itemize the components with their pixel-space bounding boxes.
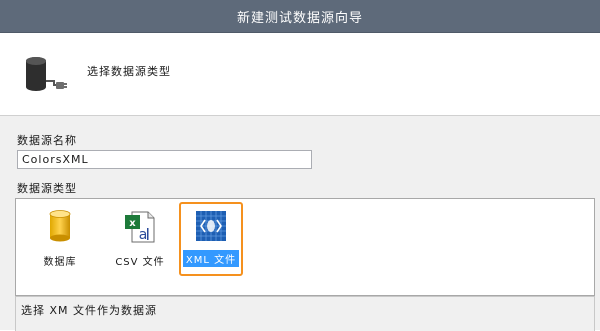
type-xml-file[interactable]: XML 文件 bbox=[179, 202, 243, 276]
type-label: XML 文件 bbox=[182, 250, 240, 267]
database-connection-icon bbox=[26, 57, 67, 91]
header-title: 选择数据源类型 bbox=[87, 65, 171, 78]
xml-file-icon bbox=[196, 211, 226, 241]
datasource-name-input[interactable] bbox=[17, 150, 312, 169]
window-title: 新建测试数据源向导 bbox=[236, 10, 363, 26]
svg-text:a: a bbox=[139, 227, 148, 243]
window-titlebar: 新建测试数据源向导 bbox=[0, 0, 600, 33]
description-text: 选择 XM 文件作为数据源 bbox=[21, 304, 158, 317]
type-label: CSV 文件 bbox=[115, 257, 165, 268]
datasource-type-label: 数据源类型 bbox=[17, 182, 77, 195]
type-label: 数据库 bbox=[43, 257, 77, 268]
datasource-type-list: 数据库 x a CSV 文件 XML 文件 bbox=[15, 198, 595, 296]
type-database[interactable]: 数据库 bbox=[34, 204, 86, 274]
csv-file-icon: x a bbox=[125, 211, 155, 243]
type-csv-file[interactable]: x a CSV 文件 bbox=[110, 204, 170, 274]
datasource-name-label: 数据源名称 bbox=[17, 134, 77, 147]
database-icon bbox=[49, 210, 71, 242]
wizard-body: 数据源名称 数据源类型 数据库 bbox=[0, 116, 600, 331]
svg-text:x: x bbox=[129, 218, 136, 229]
description-panel: 选择 XM 文件作为数据源 bbox=[15, 296, 595, 331]
wizard-header: 选择数据源类型 bbox=[0, 33, 600, 116]
